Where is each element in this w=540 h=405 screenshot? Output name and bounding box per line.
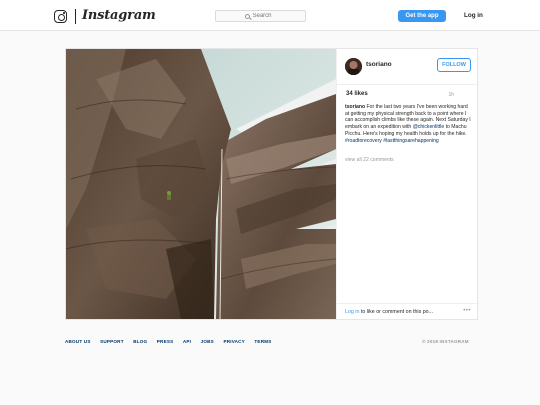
get-the-app-button[interactable]: Get the app	[398, 10, 446, 22]
logo-divider	[75, 9, 76, 24]
caption-mention[interactable]: @chickenlittle	[413, 124, 445, 130]
footer-link-privacy[interactable]: PRIVACY	[223, 339, 244, 344]
rock-climbing-photo	[66, 49, 336, 319]
follow-button[interactable]: FOLLOW	[437, 58, 471, 72]
search-icon	[244, 13, 250, 19]
footer-link-jobs[interactable]: JOBS	[201, 339, 214, 344]
caption-hashtag-1[interactable]: #roadtorecovery	[345, 138, 382, 144]
post-age: 1h	[448, 92, 454, 98]
post-photo[interactable]	[66, 49, 336, 319]
comment-bar: Log in to like or comment on this po... …	[337, 303, 479, 319]
post-author-header: tsoriano FOLLOW	[337, 49, 479, 85]
more-options-icon[interactable]: •••	[463, 308, 471, 314]
footer-link-terms[interactable]: TERMS	[254, 339, 271, 344]
footer-links: ABOUT US SUPPORT BLOG PRESS API JOBS PRI…	[65, 339, 272, 344]
avatar[interactable]	[345, 58, 362, 75]
copyright-text: © 2018 INSTAGRAM	[422, 339, 469, 344]
search-box[interactable]	[215, 10, 306, 22]
comment-prompt: Log in to like or comment on this po...	[345, 309, 433, 315]
footer-link-api[interactable]: API	[183, 339, 191, 344]
caption-hashtag-2[interactable]: #lastthingsarehappening	[383, 138, 439, 144]
like-count[interactable]: 34 likes	[346, 91, 368, 97]
login-to-comment-link[interactable]: Log in	[345, 309, 359, 315]
instagram-camera-icon[interactable]	[54, 10, 67, 23]
post-card: tsoriano FOLLOW 34 likes 1h tsoriano For…	[65, 48, 479, 320]
post-caption: tsoriano For the last two years I've bee…	[345, 104, 473, 144]
view-all-comments-link[interactable]: view all 22 comments	[345, 157, 394, 163]
caption-username[interactable]: tsoriano	[345, 104, 365, 110]
instagram-wordmark-logo[interactable]: Instagram	[82, 8, 156, 23]
footer-link-support[interactable]: SUPPORT	[100, 339, 124, 344]
footer-link-press[interactable]: PRESS	[157, 339, 174, 344]
top-navigation-bar: Instagram Get the app Log in	[0, 0, 540, 31]
login-link[interactable]: Log in	[464, 12, 483, 19]
post-details-panel: tsoriano FOLLOW 34 likes 1h tsoriano For…	[336, 49, 479, 319]
comment-prompt-text: to like or comment on this po...	[359, 309, 434, 315]
author-username[interactable]: tsoriano	[366, 61, 392, 68]
footer-link-blog[interactable]: BLOG	[133, 339, 147, 344]
search-input[interactable]	[252, 13, 277, 19]
footer-link-about-us[interactable]: ABOUT US	[65, 339, 91, 344]
